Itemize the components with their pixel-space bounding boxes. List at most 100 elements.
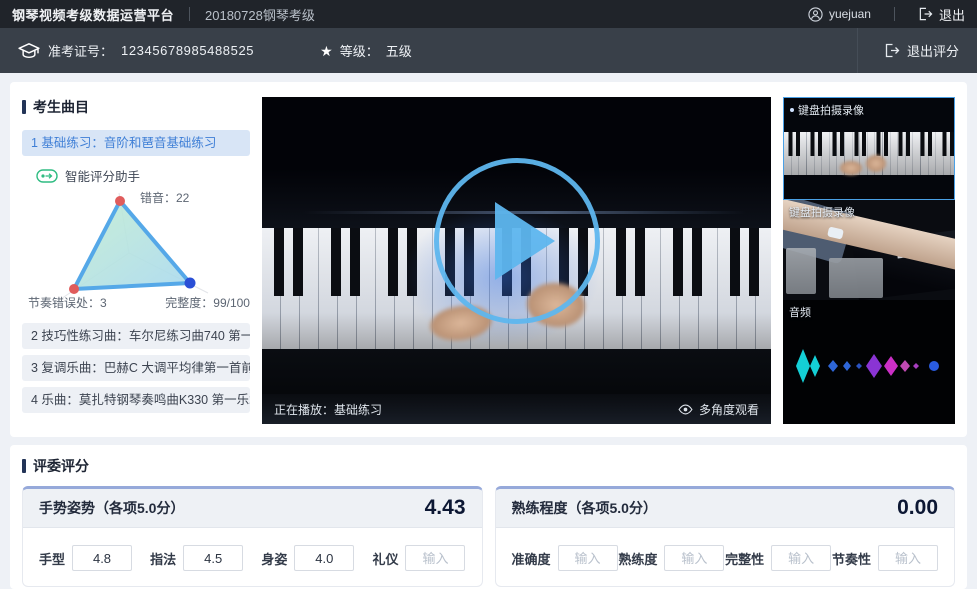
multi-angle-button[interactable]: 多角度观看 xyxy=(678,401,759,418)
radar-label-completeness: 完整度：99/100 xyxy=(165,294,250,311)
thumb1-right-hand xyxy=(866,155,886,172)
thumb1-black-keys-graphic xyxy=(784,132,954,155)
exit-scoring-button[interactable]: 退出评分 xyxy=(884,41,959,60)
candidate-playlist: 考生曲目 1 基础练习：音阶和琶音基础练习 智能评分助手 xyxy=(22,97,250,424)
rhythm-input[interactable] xyxy=(878,545,938,571)
gesture-card-score: 4.43 xyxy=(425,496,466,520)
keyboard-cam-thumbnail-2[interactable]: 键盘拍摄录像 xyxy=(783,200,955,300)
proficiency-input[interactable] xyxy=(664,545,724,571)
session-title: 20180728钢琴考级 xyxy=(205,5,315,24)
field-posture: 身姿 xyxy=(261,545,354,571)
accuracy-input[interactable] xyxy=(558,545,618,571)
exam-info-bar: 准考证号： 12345678985488525 ★ 等级： 五级 退出评分 xyxy=(0,28,977,73)
level-value: 五级 xyxy=(386,41,412,60)
posture-input[interactable] xyxy=(294,545,354,571)
smart-score-assistant[interactable]: 智能评分助手 xyxy=(36,166,250,185)
level-group: ★ 等级： 五级 xyxy=(320,41,412,60)
field-label: 礼仪 xyxy=(372,549,398,568)
exam-main-card: 考生曲目 1 基础练习：音阶和琶音基础练习 智能评分助手 xyxy=(10,82,967,437)
judge-title-text: 评委评分 xyxy=(33,456,89,476)
assistant-toggle-icon xyxy=(36,169,58,183)
now-playing-label: 正在播放：基础练习 xyxy=(274,401,382,418)
field-label: 身姿 xyxy=(261,549,287,568)
field-fingering: 指法 xyxy=(150,545,243,571)
field-label: 完整性 xyxy=(725,549,764,568)
thumb1-left-hand xyxy=(840,161,862,175)
divider xyxy=(894,7,895,21)
play-icon xyxy=(495,202,555,280)
ticket-group: 准考证号： 12345678985488525 xyxy=(18,41,254,60)
cam1-label: 键盘拍摄录像 xyxy=(798,102,864,118)
eye-icon xyxy=(678,404,693,415)
score-radar-chart: 错音：22 节奏错误处：3 完整度：99/100 xyxy=(22,187,250,311)
radar-label-rhythm: 节奏错误处：3 xyxy=(28,294,107,311)
title-bar-accent xyxy=(22,100,26,114)
field-label: 节奏性 xyxy=(832,549,871,568)
field-hand-shape: 手型 xyxy=(39,545,132,571)
proficiency-card: 熟练程度（各项5.0分） 0.00 准确度 熟练度 完整性 节奏性 xyxy=(495,486,956,587)
cam2-label: 键盘拍摄录像 xyxy=(789,204,855,220)
playlist-item-1[interactable]: 1 基础练习：音阶和琶音基础练习 xyxy=(22,130,250,156)
field-etiquette: 礼仪 xyxy=(372,545,465,571)
logout-icon xyxy=(918,7,933,21)
user-menu[interactable]: yuejuan xyxy=(808,7,871,22)
top-bar: 钢琴视频考级数据运营平台 20180728钢琴考级 yuejuan 退出 xyxy=(0,0,977,28)
radar-svg xyxy=(22,187,250,311)
star-icon: ★ xyxy=(320,44,333,58)
playlist-item-2[interactable]: 2 技巧性练习曲：车尔尼练习曲740 第一首 xyxy=(22,323,250,349)
judge-title: 评委评分 xyxy=(22,456,955,476)
play-button[interactable] xyxy=(434,158,600,324)
judge-scoring-card: 评委评分 手势姿势（各项5.0分） 4.43 手型 指法 身姿 xyxy=(10,445,967,589)
app-title: 钢琴视频考级数据运营平台 xyxy=(12,5,174,24)
audio-waveform xyxy=(789,344,949,388)
gesture-card-title: 手势姿势（各项5.0分） xyxy=(39,498,184,518)
field-accuracy: 准确度 xyxy=(512,545,618,571)
angle-video-column: 键盘拍摄录像 键盘拍摄录像 音频 xyxy=(783,97,955,424)
ticket-label: 准考证号： xyxy=(48,41,113,60)
main-video-player[interactable]: 正在播放：基础练习 多角度观看 xyxy=(262,97,771,424)
video-status-bar: 正在播放：基础练习 多角度观看 xyxy=(262,394,771,424)
field-label: 熟练度 xyxy=(618,549,657,568)
graduation-cap-icon xyxy=(18,42,40,60)
user-icon xyxy=(808,7,823,22)
proficiency-card-title: 熟练程度（各项5.0分） xyxy=(512,498,657,518)
recording-dot-icon xyxy=(790,108,794,112)
exit-icon xyxy=(884,43,900,58)
assistant-label: 智能评分助手 xyxy=(65,166,140,185)
logout-label: 退出 xyxy=(939,5,965,24)
playlist-title-text: 考生曲目 xyxy=(33,97,89,117)
audio-track-panel[interactable]: 音频 xyxy=(783,300,955,424)
radar-dot-wrong-notes xyxy=(115,196,125,206)
field-label: 准确度 xyxy=(512,549,551,568)
proficiency-card-score: 0.00 xyxy=(897,496,938,520)
thumb2-sheet-graphic-2 xyxy=(829,258,883,298)
field-proficiency: 熟练度 xyxy=(618,545,724,571)
divider xyxy=(189,7,190,21)
audio-label: 音频 xyxy=(789,304,811,320)
field-completeness: 完整性 xyxy=(725,545,831,571)
title-bar-accent xyxy=(22,459,26,473)
fingering-input[interactable] xyxy=(183,545,243,571)
playlist-item-4[interactable]: 4 乐曲：莫扎特钢琴奏鸣曲K330 第一乐章 xyxy=(22,387,250,413)
field-label: 指法 xyxy=(150,549,176,568)
ticket-number: 12345678985488525 xyxy=(121,43,254,58)
completeness-input[interactable] xyxy=(771,545,831,571)
radar-dot-completeness xyxy=(185,278,196,289)
field-rhythm: 节奏性 xyxy=(832,545,938,571)
field-label: 手型 xyxy=(39,549,65,568)
radar-label-wrong-notes: 错音：22 xyxy=(140,189,189,206)
radar-dot-rhythm xyxy=(69,284,79,294)
exit-scoring-label: 退出评分 xyxy=(907,41,959,60)
keyboard-cam-thumbnail-1[interactable]: 键盘拍摄录像 xyxy=(783,97,955,200)
level-label: 等级： xyxy=(340,41,379,60)
playlist-title: 考生曲目 xyxy=(22,97,250,117)
gesture-posture-card: 手势姿势（各项5.0分） 4.43 手型 指法 身姿 礼仪 xyxy=(22,486,483,587)
hand-shape-input[interactable] xyxy=(72,545,132,571)
thumb2-sheet-graphic xyxy=(786,248,816,294)
user-name: yuejuan xyxy=(829,7,871,21)
multi-angle-label: 多角度观看 xyxy=(699,401,759,418)
logout-button[interactable]: 退出 xyxy=(918,5,965,24)
divider xyxy=(857,28,858,73)
playlist-item-3[interactable]: 3 复调乐曲：巴赫C 大调平均律第一首前奏曲 xyxy=(22,355,250,381)
etiquette-input[interactable] xyxy=(405,545,465,571)
